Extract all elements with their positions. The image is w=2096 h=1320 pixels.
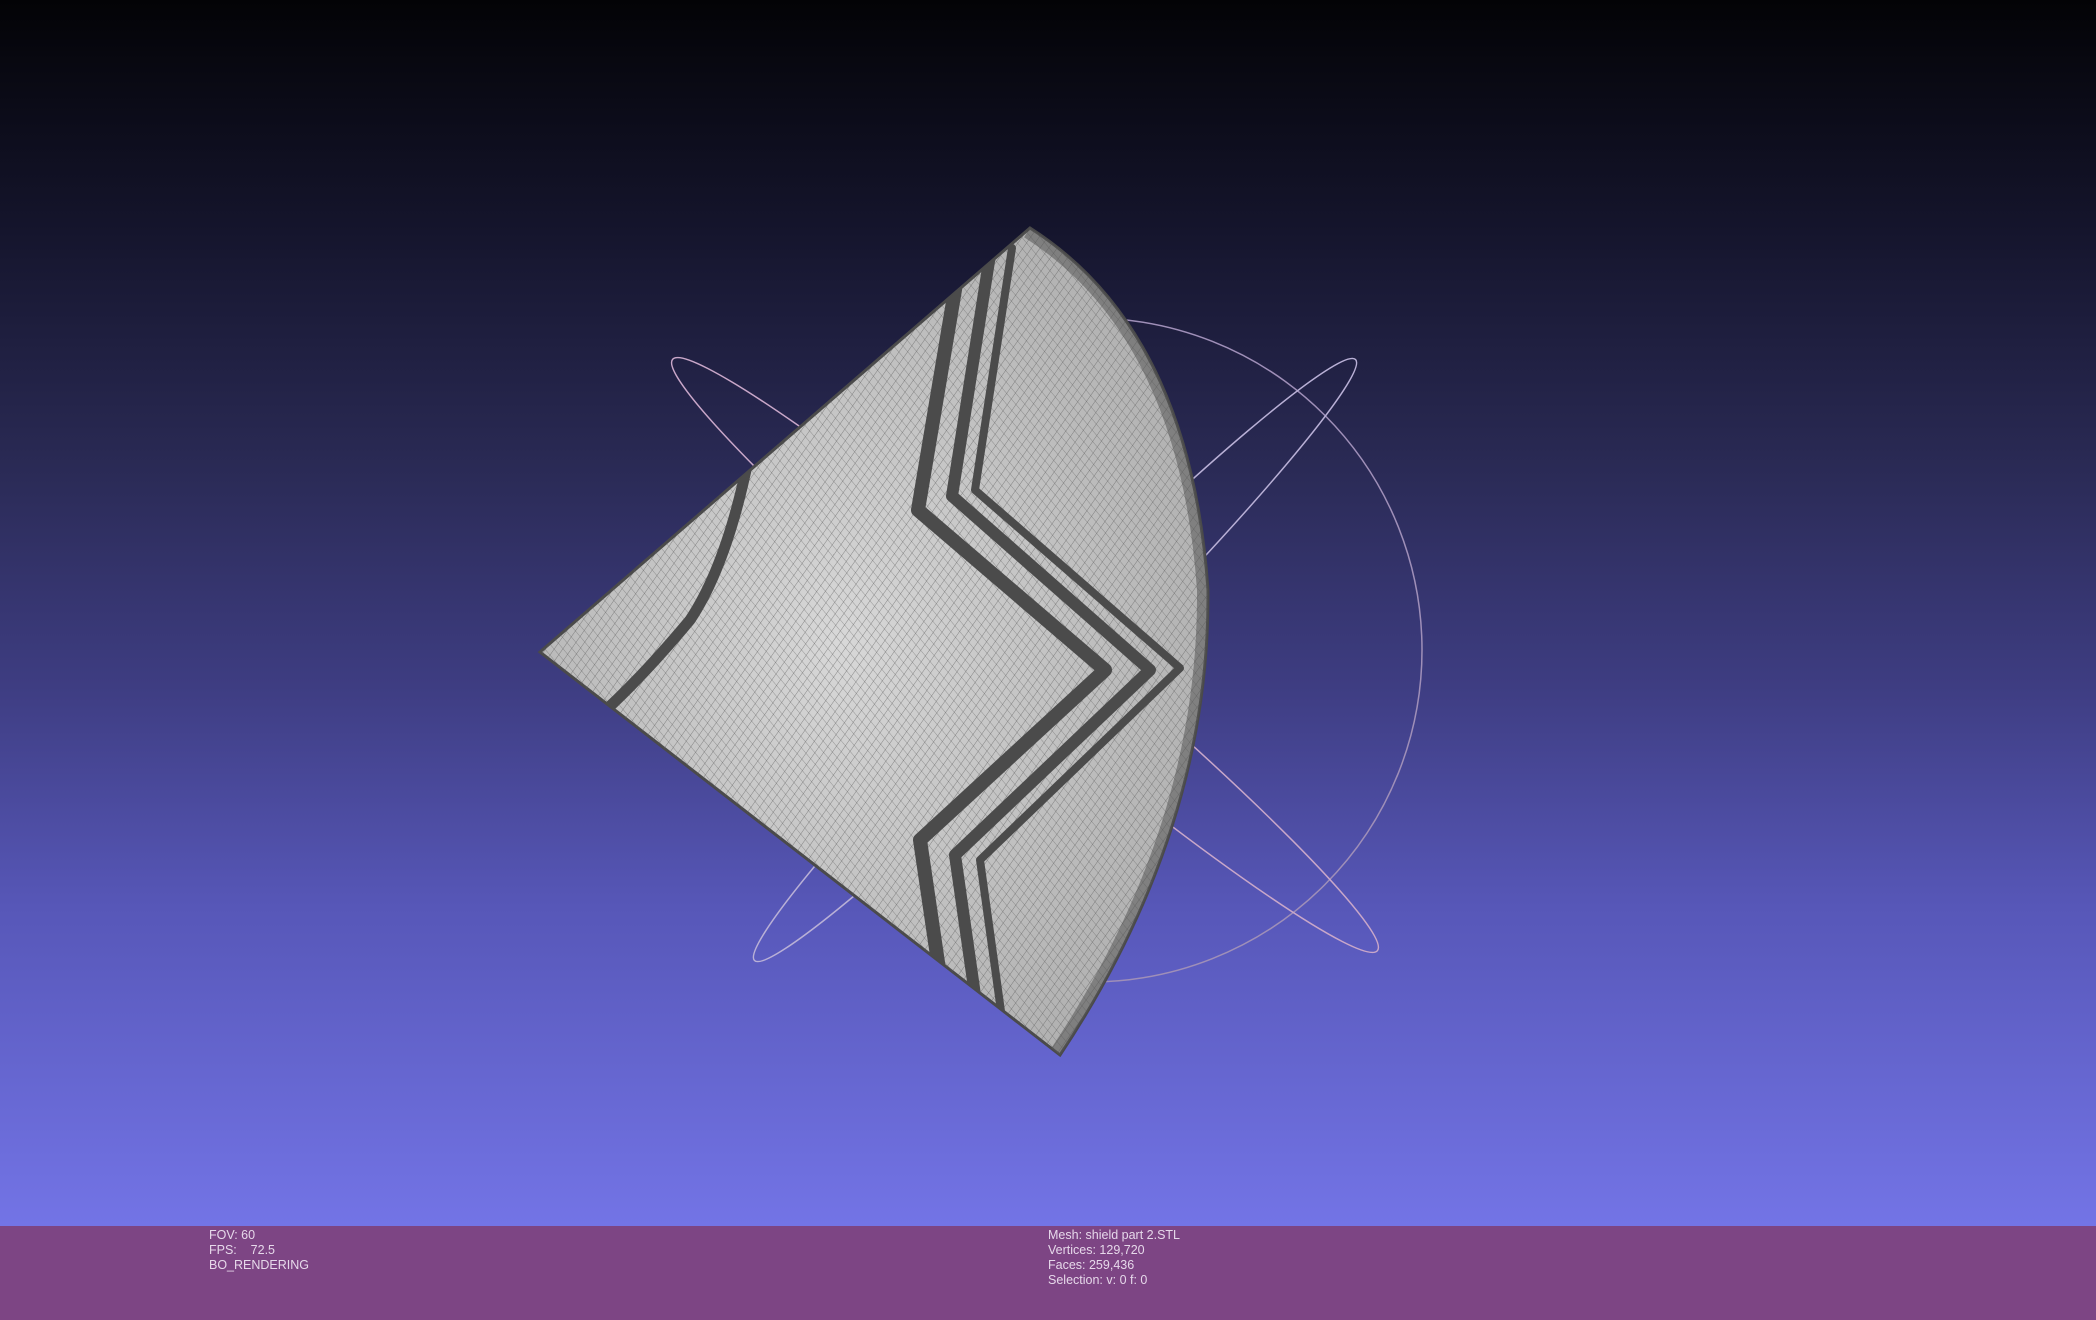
- viewport-canvas[interactable]: [0, 0, 2096, 1226]
- render-info: FOV: 60 FPS: 72.5 BO_RENDERING: [209, 1228, 309, 1273]
- 3d-viewport[interactable]: [0, 0, 2096, 1226]
- faces-text: Faces: 259,436: [1048, 1258, 1135, 1272]
- render-mode-text: BO_RENDERING: [209, 1258, 310, 1272]
- mesh-name-text: Mesh: shield part 2.STL: [1048, 1228, 1181, 1242]
- status-bar: FOV: 60 FPS: 72.5 BO_RENDERING Mesh: shi…: [0, 1226, 2096, 1320]
- vertices-text: Vertices: 129,720: [1048, 1243, 1145, 1257]
- fov-text: FOV: 60: [209, 1228, 256, 1242]
- selection-text: Selection: v: 0 f: 0: [1048, 1273, 1148, 1287]
- fps-text: FPS: 72.5: [209, 1243, 276, 1257]
- mesh-info: Mesh: shield part 2.STL Vertices: 129,72…: [1048, 1228, 1180, 1288]
- mesh-shield[interactable]: [500, 200, 1260, 1100]
